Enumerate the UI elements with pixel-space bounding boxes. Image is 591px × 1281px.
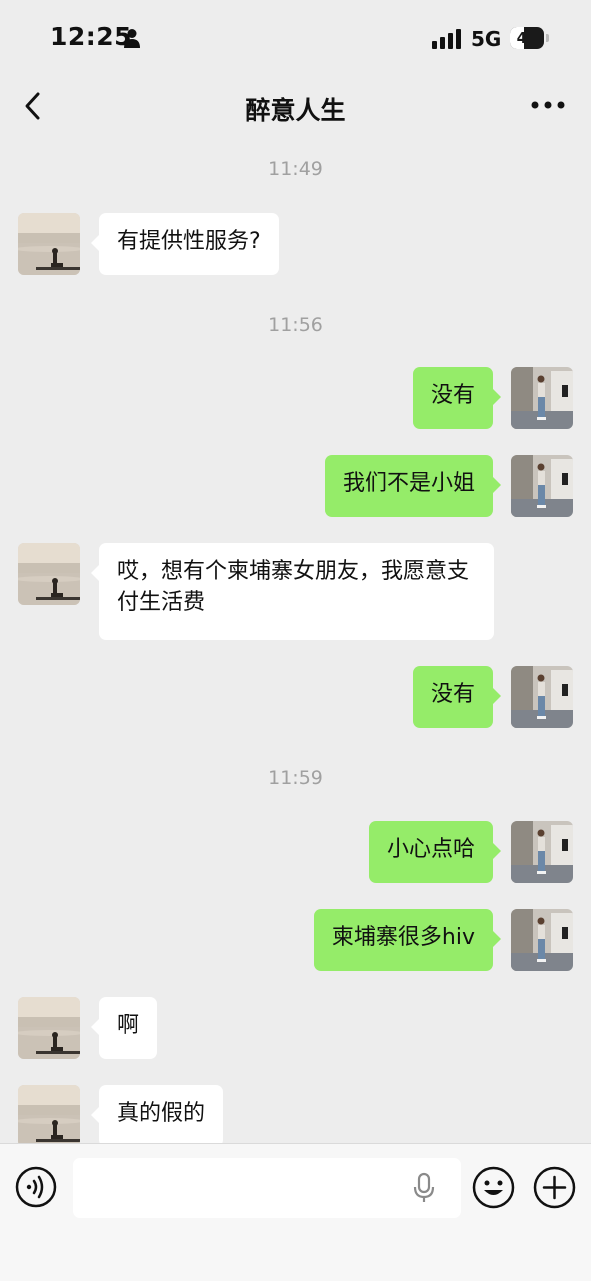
battery-percent: 41 (516, 29, 538, 47)
person-icon (124, 29, 140, 48)
battery-cap (546, 34, 549, 42)
my-avatar[interactable] (511, 821, 573, 883)
message-input[interactable] (73, 1158, 461, 1218)
chat-header: 醉意人生 (0, 78, 591, 136)
chat-title: 醉意人生 (245, 96, 346, 125)
voice-icon[interactable] (15, 1166, 57, 1208)
incoming-message[interactable]: 真的假的 (90, 1085, 224, 1147)
battery-icon: 41 (510, 27, 544, 49)
status-time: 12:25 (50, 22, 133, 51)
signal-bars-icon (432, 29, 461, 49)
plus-icon[interactable] (533, 1166, 576, 1209)
my-avatar[interactable] (511, 909, 573, 971)
timestamp: 11:49 (268, 158, 323, 180)
my-avatar[interactable] (511, 455, 573, 517)
timestamp: 11:56 (268, 314, 323, 336)
status-bar: 12:25 5G 41 (0, 0, 591, 78)
outgoing-message[interactable]: 没有 (412, 666, 502, 728)
outgoing-message[interactable]: 没有 (412, 367, 502, 429)
contact-avatar[interactable] (18, 997, 80, 1059)
microphone-icon[interactable] (411, 1172, 437, 1204)
more-dots-icon[interactable] (528, 92, 568, 118)
my-avatar[interactable] (511, 367, 573, 429)
contact-avatar[interactable] (18, 1085, 80, 1147)
my-avatar[interactable] (511, 666, 573, 728)
input-bar (0, 1143, 591, 1281)
incoming-message[interactable]: 啊 (90, 997, 158, 1059)
outgoing-message[interactable]: 我们不是小姐 (324, 455, 502, 517)
outgoing-message[interactable]: 小心点哈 (368, 821, 502, 883)
contact-avatar[interactable] (18, 213, 80, 275)
outgoing-message[interactable]: 柬埔寨很多hiv (313, 909, 502, 971)
incoming-message[interactable]: 哎，想有个柬埔寨女朋友，我愿意支付生活费 (91, 543, 494, 640)
incoming-message[interactable]: 有提供性服务? (91, 213, 279, 275)
emoji-icon[interactable] (472, 1166, 515, 1209)
contact-avatar[interactable] (18, 543, 80, 605)
timestamp: 11:59 (268, 767, 323, 789)
network-type: 5G (471, 27, 502, 51)
